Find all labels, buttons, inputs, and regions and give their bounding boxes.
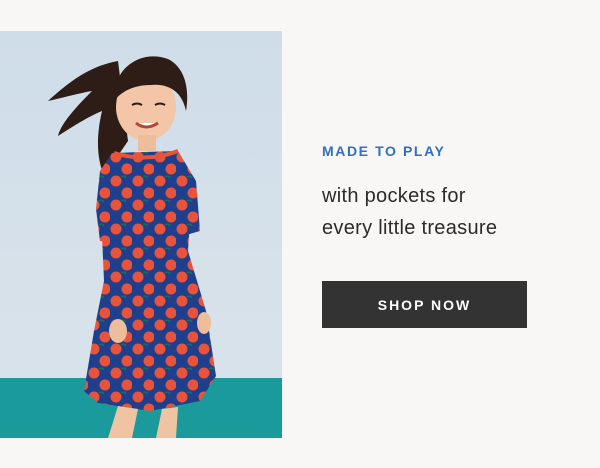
promo-headline: with pockets for every little treasure [322, 180, 572, 244]
promo-panel: MADE TO PLAY with pockets for every litt… [322, 0, 572, 468]
girl-in-apple-dress-image [0, 56, 282, 438]
shop-now-button[interactable]: SHOP NOW [322, 281, 527, 328]
smile [135, 121, 159, 129]
eyebrow-heading: MADE TO PLAY [322, 143, 446, 159]
headline-line-2: every little treasure [322, 217, 498, 239]
hero-photo[interactable] [0, 31, 282, 438]
headline-line-1: with pockets for [322, 185, 466, 207]
